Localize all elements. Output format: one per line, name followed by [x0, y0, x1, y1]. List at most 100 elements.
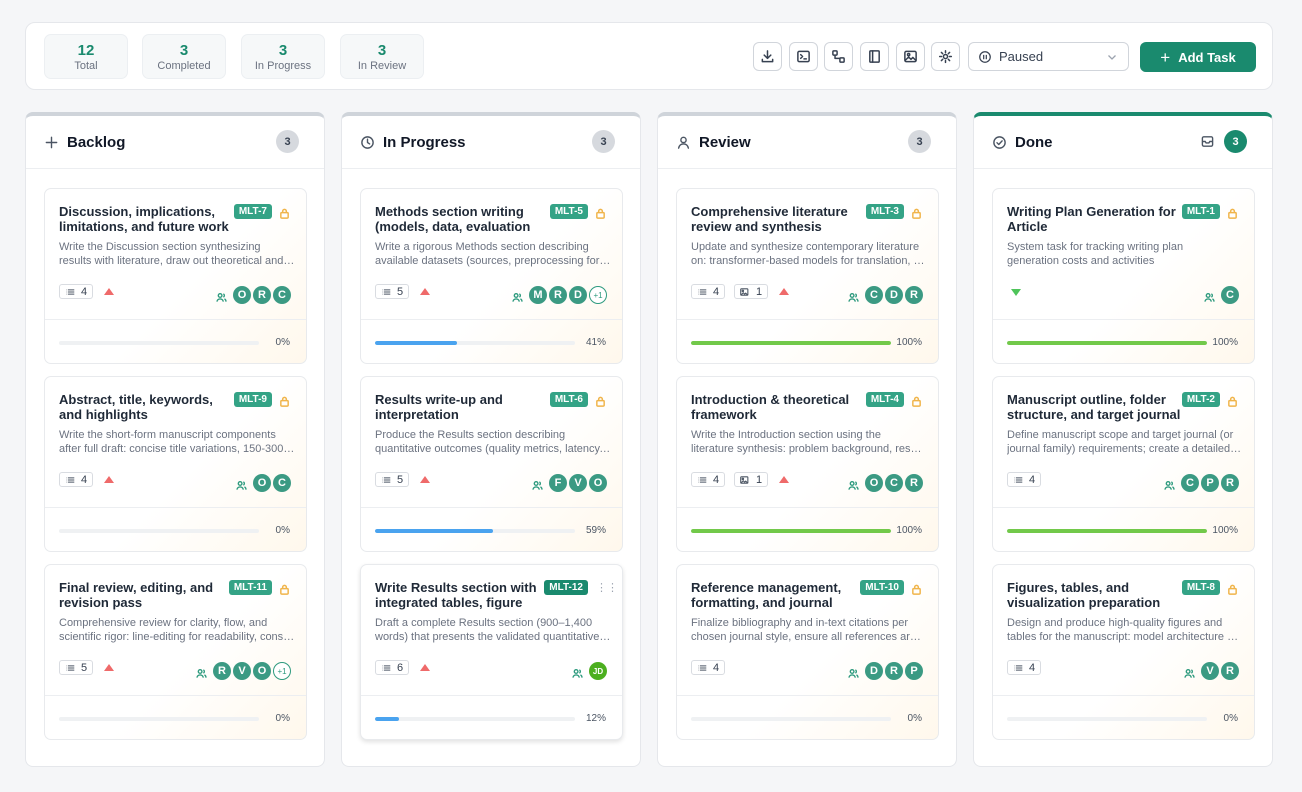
- stat-completed: 3 Completed: [142, 34, 226, 79]
- avatar[interactable]: C: [273, 286, 291, 304]
- task-description-line: Update and synthesize contemporary liter…: [691, 241, 920, 253]
- chip-value: 6: [397, 661, 404, 674]
- workflow-button[interactable]: [824, 42, 853, 71]
- avatar[interactable]: P: [905, 662, 923, 680]
- workflow-icon: [832, 50, 845, 63]
- column-header: In Progress 3: [342, 116, 640, 169]
- task-description-line: Write the Introduction section using the: [691, 429, 881, 441]
- avatar[interactable]: O: [253, 474, 271, 492]
- terminal-button[interactable]: [789, 42, 818, 71]
- avatar[interactable]: R: [253, 286, 271, 304]
- avatar[interactable]: R: [549, 286, 567, 304]
- avatar[interactable]: P: [1201, 474, 1219, 492]
- column-header: Done 3: [974, 116, 1272, 169]
- assignee-list[interactable]: JD: [572, 662, 607, 680]
- stat-value: 12: [77, 42, 95, 59]
- assignee-list[interactable]: FVO: [532, 474, 607, 492]
- avatar[interactable]: R: [1221, 474, 1239, 492]
- progress-fill: [375, 341, 457, 345]
- progress-fill: [691, 529, 891, 533]
- avatar[interactable]: O: [589, 474, 607, 492]
- column-backlog: Backlog 3 Discussion, implications, limita…: [25, 112, 325, 767]
- task-id-badge: MLT-4: [865, 392, 904, 407]
- progress-bar: [375, 529, 575, 533]
- gear-icon: [938, 49, 953, 64]
- avatar[interactable]: C: [885, 474, 903, 492]
- avatar[interactable]: R: [905, 286, 923, 304]
- assignee-list[interactable]: CDR: [848, 286, 923, 304]
- progress-bar: [59, 341, 259, 345]
- archive-icon[interactable]: [1201, 135, 1214, 148]
- avatar[interactable]: C: [1221, 286, 1239, 304]
- assignee-list[interactable]: R V O +1: [196, 662, 291, 680]
- task-description-line: chosen journal style, ensure all referen…: [691, 631, 927, 643]
- task-card[interactable]: Introduction & theoretical framework MLT…: [676, 376, 939, 552]
- status-select[interactable]: Paused: [968, 42, 1129, 71]
- task-card[interactable]: Methods section writing (models, data, e…: [360, 188, 623, 364]
- task-progress: 100%: [677, 507, 938, 551]
- task-card[interactable]: Abstract, title, keywords, and highlight…: [44, 376, 307, 552]
- progress-percent: 0%: [275, 337, 290, 348]
- assignee-list[interactable]: ORC: [216, 286, 291, 304]
- task-card[interactable]: Reference management, formatting, and jo…: [676, 564, 939, 740]
- avatar[interactable]: R: [213, 662, 231, 680]
- avatar[interactable]: O: [233, 286, 251, 304]
- avatar[interactable]: D: [569, 286, 587, 304]
- more-assignees-badge[interactable]: +1: [273, 662, 291, 680]
- assignee-list[interactable]: CPR: [1164, 474, 1239, 492]
- avatar[interactable]: V: [569, 474, 587, 492]
- assignee-list[interactable]: OC: [236, 474, 291, 492]
- add-task-button[interactable]: + Add Task: [1140, 42, 1256, 72]
- task-card[interactable]: Comprehensive literature review and synt…: [676, 188, 939, 364]
- image-button[interactable]: [896, 42, 925, 71]
- task-description-line: scientific rigor: line-editing for reada…: [59, 631, 295, 643]
- list-icon: [1014, 664, 1023, 671]
- more-assignees-badge[interactable]: +1: [589, 286, 607, 304]
- assignee-list[interactable]: DRP: [848, 662, 923, 680]
- column-header: Review 3: [658, 116, 956, 169]
- avatar[interactable]: C: [273, 474, 291, 492]
- task-card[interactable]: Writing Plan Generation for Article MLT-…: [992, 188, 1255, 364]
- task-card[interactable]: Write Results section with integrated ta…: [360, 564, 623, 740]
- column-count: 3: [1224, 130, 1247, 153]
- task-card[interactable]: Final review, editing, and revision pass…: [44, 564, 307, 740]
- task-card[interactable]: Figures, tables, and visualization prepa…: [992, 564, 1255, 740]
- progress-bar: [1007, 341, 1207, 345]
- list-icon: [66, 288, 75, 295]
- priority-high-icon: [104, 476, 114, 483]
- avatar[interactable]: O: [253, 662, 271, 680]
- avatar[interactable]: D: [865, 662, 883, 680]
- drag-handle-icon[interactable]: ⋮⋮: [596, 582, 618, 594]
- task-description-line: Draft a complete Results section (900–1,…: [375, 617, 593, 629]
- task-progress: 100%: [993, 507, 1254, 551]
- image-icon: [740, 287, 749, 296]
- download-button[interactable]: [753, 42, 782, 71]
- avatar[interactable]: R: [1221, 662, 1239, 680]
- avatar[interactable]: F: [549, 474, 567, 492]
- task-card[interactable]: Results write-up and interpretation MLT-…: [360, 376, 623, 552]
- subtask-count-chip: 4: [59, 472, 94, 487]
- book-button[interactable]: [860, 42, 889, 71]
- assignee-list[interactable]: C: [1204, 286, 1239, 304]
- settings-button[interactable]: [931, 42, 960, 71]
- avatar[interactable]: O: [865, 474, 883, 492]
- avatar[interactable]: M: [529, 286, 547, 304]
- avatar[interactable]: V: [233, 662, 251, 680]
- task-title: Introduction & theoretical framework: [691, 392, 850, 422]
- task-card[interactable]: Discussion, implications, limitations, a…: [44, 188, 307, 364]
- avatar[interactable]: C: [1181, 474, 1199, 492]
- column-header: Backlog 3: [26, 116, 324, 169]
- assignee-list[interactable]: VR: [1184, 662, 1239, 680]
- avatar[interactable]: C: [865, 286, 883, 304]
- assignee-list[interactable]: OCR: [848, 474, 923, 492]
- progress-bar: [375, 717, 575, 721]
- avatar[interactable]: D: [885, 286, 903, 304]
- avatar[interactable]: JD: [589, 662, 607, 680]
- avatar[interactable]: R: [885, 662, 903, 680]
- task-progress: 100%: [677, 319, 938, 363]
- task-description-line: tables for the manuscript: model archite…: [1007, 631, 1243, 643]
- task-card[interactable]: Manuscript outline, folder structure, an…: [992, 376, 1255, 552]
- assignee-list[interactable]: M R D +1: [512, 286, 607, 304]
- avatar[interactable]: V: [1201, 662, 1219, 680]
- avatar[interactable]: R: [905, 474, 923, 492]
